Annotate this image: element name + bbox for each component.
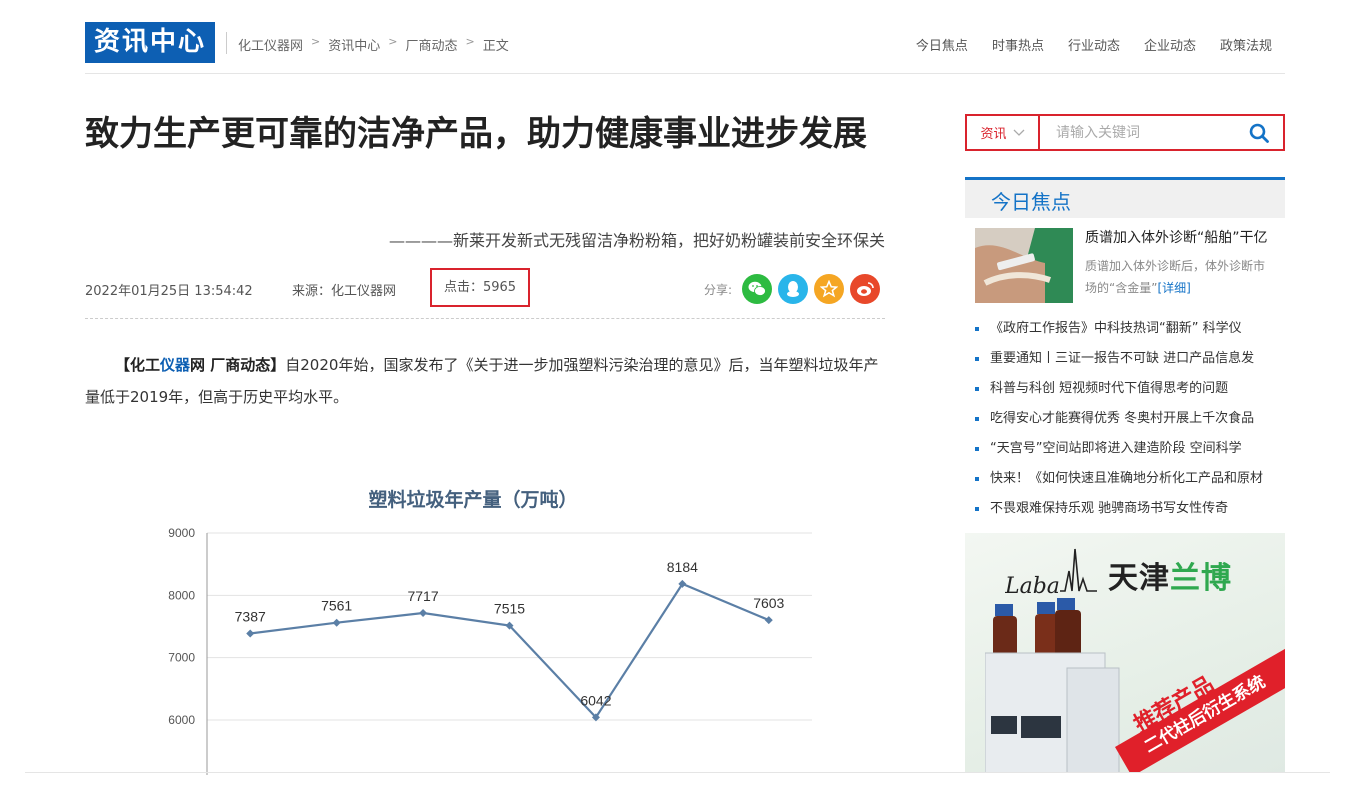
data-point xyxy=(246,629,255,638)
top-nav: 今日焦点 时事热点 行业动态 企业动态 政策法规 xyxy=(916,35,1272,54)
featured-news-image[interactable] xyxy=(975,228,1073,303)
y-tick-label: 6000 xyxy=(168,713,195,727)
plastic-waste-line-chart: 塑料垃圾年产量（万吨） 9000 8000 7000 6000 7387 7561 771… xyxy=(168,488,812,775)
share-label: 分享: xyxy=(704,282,733,297)
chevron-down-icon xyxy=(1013,126,1025,140)
featured-news-more-link[interactable]: [详细] xyxy=(1157,281,1190,295)
chart-title: 塑料垃圾年产量（万吨） xyxy=(368,488,577,511)
publish-date: 2022年01月25日 13:54:42 xyxy=(85,284,253,299)
breadcrumb-news-center[interactable]: 资讯中心 xyxy=(328,35,380,54)
nav-company-news[interactable]: 企业动态 xyxy=(1144,35,1196,54)
search-category-label: 资讯 xyxy=(980,127,1007,142)
list-item[interactable]: 快来！《如何快速且准确地分析化工产品和原材 xyxy=(975,468,1285,498)
list-item[interactable]: 重要通知丨三证一报告不可缺 进口产品信息发 xyxy=(975,348,1285,378)
search-bar: 资讯 xyxy=(965,114,1285,151)
data-label: 7603 xyxy=(753,595,784,611)
intro-tag-close: 网 厂商动态】 xyxy=(190,356,286,374)
article-source: 来源：化工仪器网 xyxy=(292,284,397,299)
search-button[interactable] xyxy=(1235,116,1283,149)
ad-brand-name: 天津兰博 xyxy=(1108,561,1232,596)
featured-news-title[interactable]: 质谱加入体外诊断“船舶”干亿 xyxy=(1085,227,1268,247)
nav-policy[interactable]: 政策法规 xyxy=(1220,35,1272,54)
breadcrumb-current: 正文 xyxy=(482,39,509,54)
data-point xyxy=(332,618,341,627)
y-tick-label: 7000 xyxy=(168,651,195,665)
breadcrumb-separator: > xyxy=(311,35,321,48)
breadcrumb-home[interactable]: 化工仪器网 xyxy=(238,35,303,54)
page-bottom-divider xyxy=(25,772,1330,773)
breadcrumb-vendor-news[interactable]: 厂商动态 xyxy=(405,35,457,54)
advertisement-banner[interactable]: Laba 天津兰博 推荐产品 二代柱后衍生系统 xyxy=(965,533,1285,773)
focus-news-list: 《政府工作报告》中科技热词“翻新” 科学仪 重要通知丨三证一报告不可缺 进口产品… xyxy=(975,318,1285,528)
today-focus-title: 今日焦点 xyxy=(991,190,1071,214)
featured-news-desc: 质谱加入体外诊断后，体外诊断市场的“含金量”[详细] xyxy=(1085,255,1275,299)
today-focus-header: 今日焦点 xyxy=(965,177,1285,218)
data-label: 8184 xyxy=(667,559,698,575)
click-count: 点击：5965 xyxy=(430,268,530,307)
nav-today-focus[interactable]: 今日焦点 xyxy=(916,35,968,54)
article-meta: 2022年01月25日 13:54:42 来源：化工仪器网 xyxy=(85,280,396,299)
article-title: 致力生产更可靠的洁净产品，助力健康事业进步发展 xyxy=(85,114,867,154)
data-label: 7387 xyxy=(235,609,266,625)
list-item[interactable]: 不畏艰难保持乐观 驰骋商场书写女性传奇 xyxy=(975,498,1285,528)
article-intro: 【化工仪器网 厂商动态】自2020年始，国家发布了《关于进一步加强塑料污染治理的… xyxy=(85,349,885,413)
header-divider xyxy=(85,73,1285,74)
instrument-image xyxy=(985,598,1120,773)
wechat-icon[interactable] xyxy=(742,274,773,304)
svg-text:Laba: Laba xyxy=(1005,574,1060,599)
data-label: 7717 xyxy=(407,588,438,604)
data-label: 6042 xyxy=(580,692,611,708)
y-tick-label: 8000 xyxy=(168,588,195,602)
breadcrumb-separator: > xyxy=(465,35,475,48)
data-label: 7515 xyxy=(494,601,525,617)
search-category-select[interactable]: 资讯 xyxy=(967,116,1040,149)
intro-tag-open: 【化工 xyxy=(115,356,161,374)
list-item[interactable]: 科普与科创 短视频时代下值得思考的问题 xyxy=(975,378,1285,408)
nav-industry-news[interactable]: 行业动态 xyxy=(1068,35,1120,54)
site-logo[interactable]: 资讯中心 xyxy=(85,22,215,63)
search-icon xyxy=(1249,123,1269,143)
intro-link-instrument[interactable]: 仪器 xyxy=(160,356,190,374)
list-item[interactable]: 吃得安心才能赛得优秀 冬奥村开展上千次食品 xyxy=(975,408,1285,438)
data-point xyxy=(764,616,773,625)
nav-hot-topics[interactable]: 时事热点 xyxy=(992,35,1044,54)
breadcrumb-separator: > xyxy=(388,35,398,48)
article-subtitle: ————新莱开发新式无残留洁净粉粉箱，把好奶粉罐装前安全环保关 xyxy=(388,231,885,250)
breadcrumb: 化工仪器网 > 资讯中心 > 厂商动态 > 正文 xyxy=(238,35,509,54)
share-bar: 分享: xyxy=(704,274,881,304)
list-item[interactable]: 《政府工作报告》中科技热词“翻新” 科学仪 xyxy=(975,318,1285,348)
data-label: 7561 xyxy=(321,598,352,614)
logo-divider xyxy=(226,32,227,54)
search-input[interactable] xyxy=(1040,116,1235,149)
data-point xyxy=(419,608,428,617)
qq-icon[interactable] xyxy=(778,274,809,304)
laba-logo: Laba xyxy=(1005,548,1097,599)
y-tick-label: 9000 xyxy=(168,526,195,540)
weibo-icon[interactable] xyxy=(850,274,881,304)
qzone-star-icon[interactable] xyxy=(814,274,845,304)
list-item[interactable]: “天宫号”空间站即将进入建造阶段 空间科学 xyxy=(975,438,1285,468)
meta-divider xyxy=(85,318,885,319)
